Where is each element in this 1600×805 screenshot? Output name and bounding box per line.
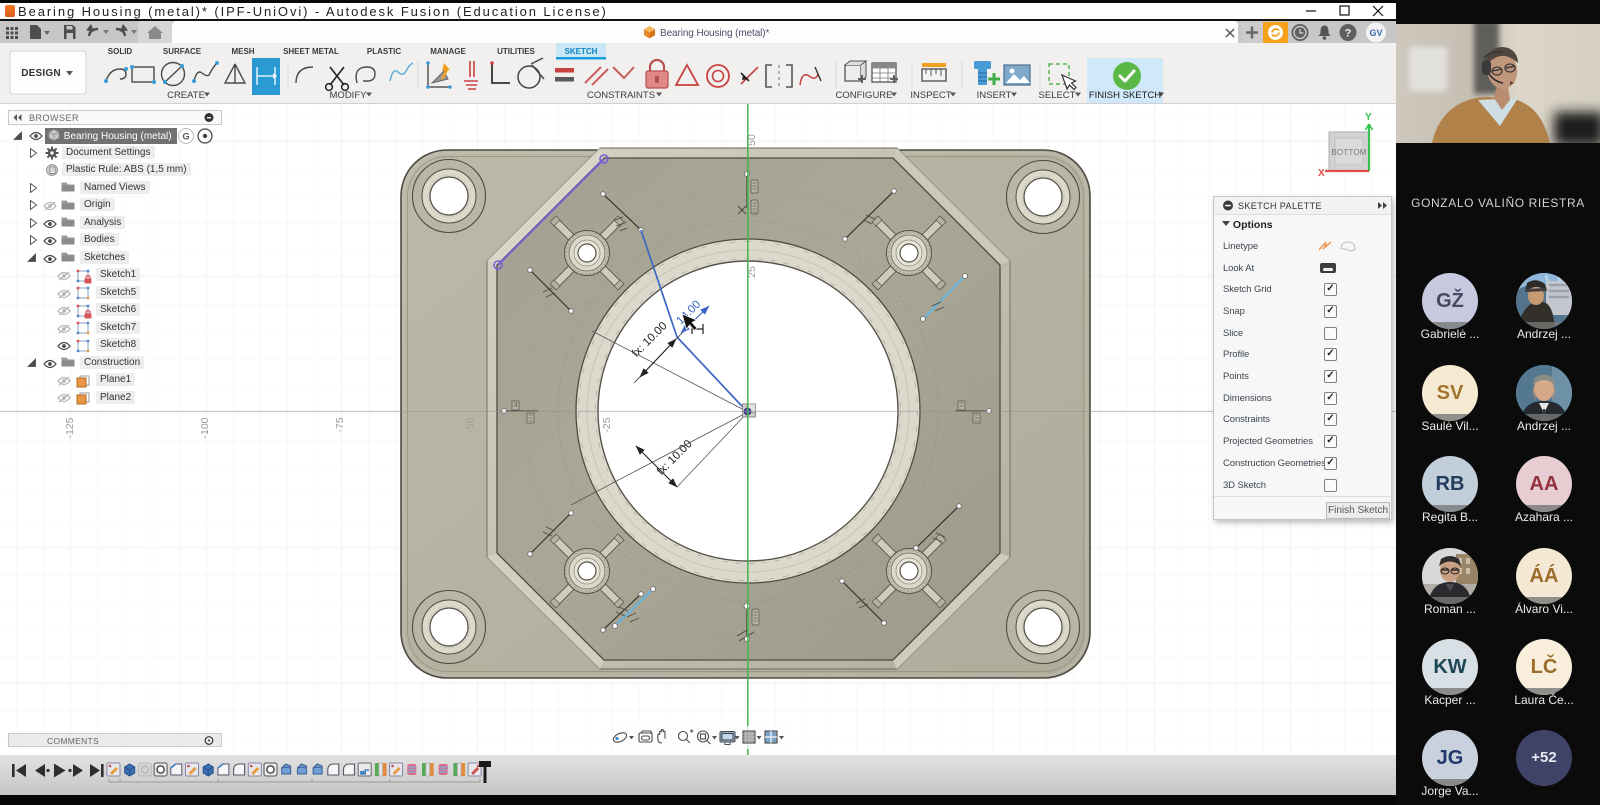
svg-text:GV: GV — [1369, 28, 1382, 38]
svg-text:-75: -75 — [334, 417, 346, 432]
svg-text:INSPECT: INSPECT — [910, 90, 951, 101]
svg-text:SKETCH PALETTE: SKETCH PALETTE — [1238, 201, 1322, 211]
svg-text:SELECT: SELECT — [1039, 90, 1076, 101]
svg-text:SURFACE: SURFACE — [163, 47, 202, 56]
svg-text:-50: -50 — [464, 417, 476, 432]
svg-text:SHEET METAL: SHEET METAL — [283, 47, 339, 56]
svg-text:BOTTOM: BOTTOM — [1331, 148, 1366, 157]
svg-text:CREATE: CREATE — [167, 90, 205, 101]
svg-text:-25: -25 — [601, 417, 613, 432]
svg-text:-125: -125 — [64, 417, 76, 438]
svg-text:MANAGE: MANAGE — [430, 47, 466, 56]
svg-text:Bearing Housing (metal)*: Bearing Housing (metal)* — [660, 28, 770, 39]
svg-text:25: 25 — [746, 266, 758, 278]
svg-text:PLASTIC: PLASTIC — [367, 47, 401, 56]
svg-text:G: G — [182, 132, 189, 142]
svg-text:?: ? — [1345, 28, 1352, 40]
svg-text:SKETCH: SKETCH — [565, 47, 598, 56]
svg-text:-100: -100 — [199, 417, 211, 438]
svg-text:MESH: MESH — [231, 47, 254, 56]
svg-text:SOLID: SOLID — [108, 47, 133, 56]
svg-text:CONFIGURE: CONFIGURE — [836, 90, 893, 101]
svg-text:50: 50 — [746, 134, 758, 146]
svg-text:Y: Y — [1365, 112, 1372, 123]
svg-text:CONSTRAINTS: CONSTRAINTS — [587, 90, 655, 101]
svg-text:X: X — [1318, 168, 1325, 179]
svg-text:MODIFY: MODIFY — [330, 90, 368, 101]
svg-text:DESIGN: DESIGN — [21, 68, 61, 79]
svg-text:INSERT: INSERT — [977, 90, 1012, 101]
svg-text:UTILITIES: UTILITIES — [497, 47, 535, 56]
svg-text:FINISH SKETCH: FINISH SKETCH — [1089, 90, 1161, 101]
svg-text:BROWSER: BROWSER — [29, 113, 79, 123]
